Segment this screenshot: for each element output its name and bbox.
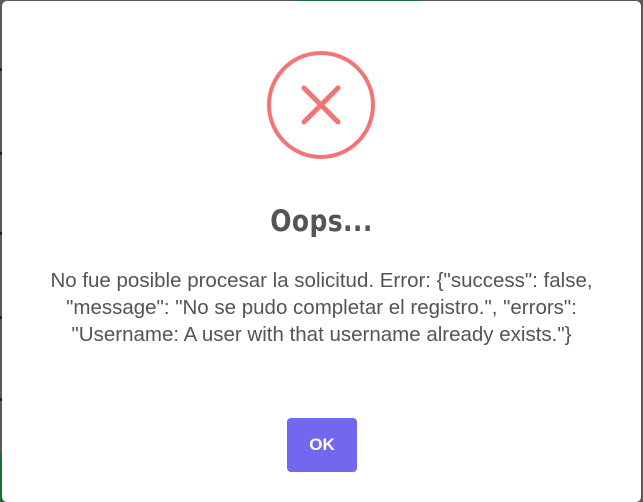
ok-button[interactable]: OK [287,418,357,472]
error-x-icon [267,51,375,159]
error-dialog: Oops... No fue posible procesar la solic… [2,1,641,502]
dialog-message: No fue posible procesar la solicitud. Er… [50,269,593,346]
x-mark-icon [301,85,341,125]
dialog-title: Oops... [270,204,373,238]
